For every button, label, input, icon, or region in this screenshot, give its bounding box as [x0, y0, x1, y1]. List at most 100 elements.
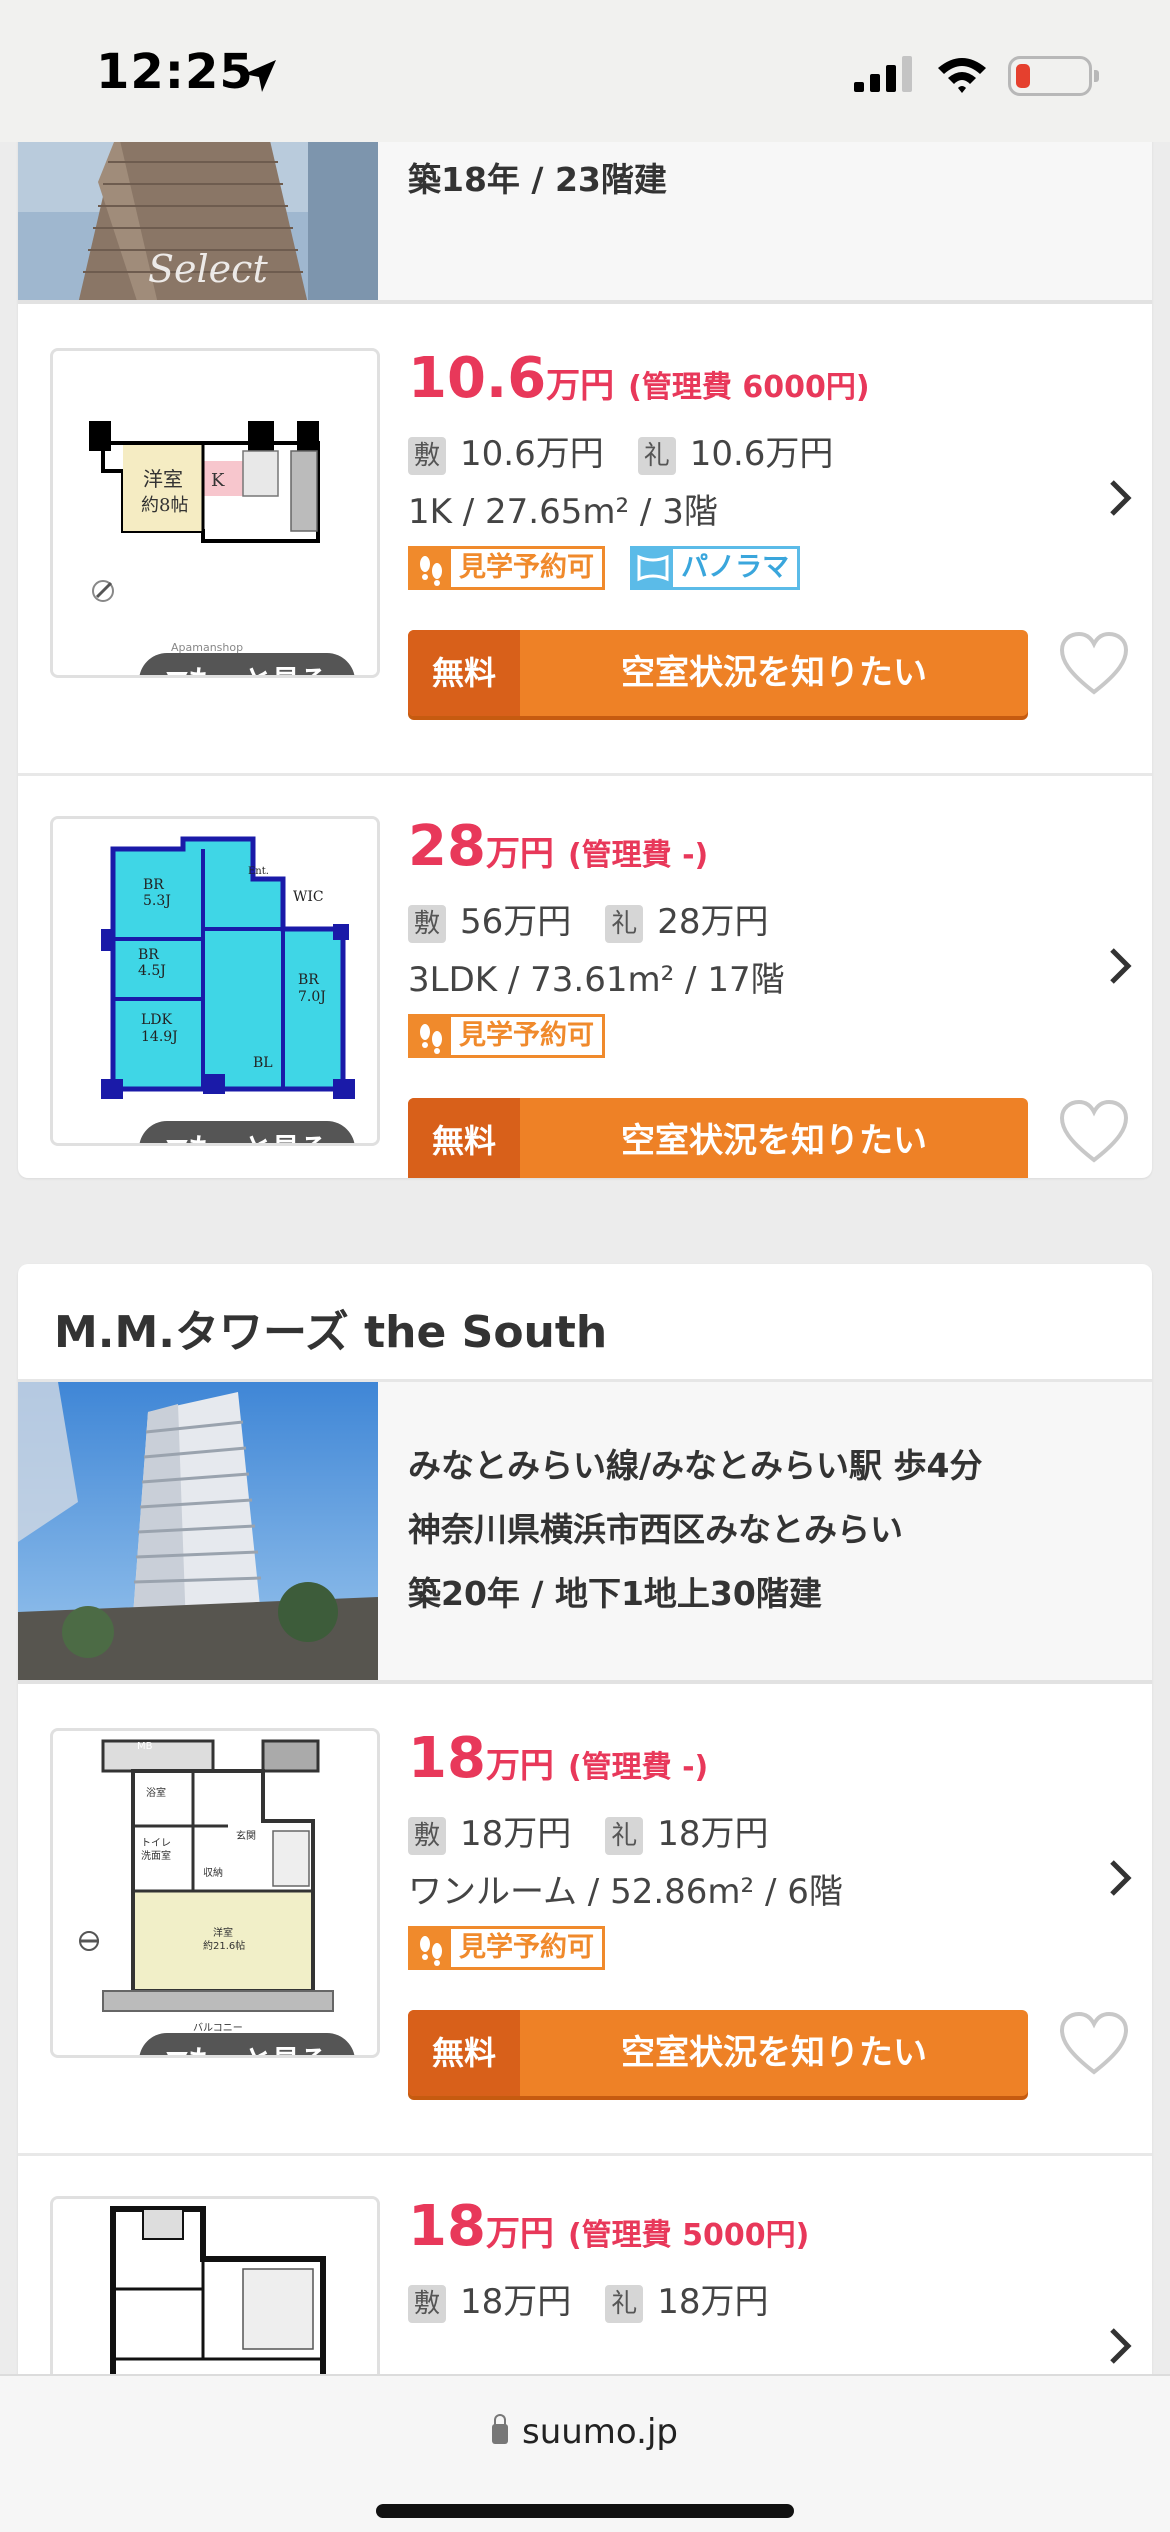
- home-indicator[interactable]: [376, 2504, 794, 2518]
- badges: 見学予約可: [408, 1926, 625, 1970]
- building-header[interactable]: M.M.タワーズ the South: [18, 1264, 1152, 1382]
- chevron-right-icon[interactable]: [1108, 1858, 1134, 1898]
- deposit-row: 敷 56万円礼 28万円: [408, 894, 769, 943]
- deposit: 56万円: [460, 902, 572, 942]
- svg-text:約8帖: 約8帖: [141, 495, 188, 516]
- svg-text:K: K: [211, 470, 225, 491]
- cellular-signal-icon: [854, 56, 912, 92]
- svg-text:浴室: 浴室: [146, 1786, 166, 1799]
- tour-badge: 見学予約可: [408, 1926, 605, 1970]
- deposit: 18万円: [460, 2282, 572, 2322]
- battery-icon: [1008, 56, 1099, 96]
- tour-badge: 見学予約可: [408, 1014, 605, 1058]
- building-age-floors: 築20年 / 地下1地上30階建: [408, 1574, 822, 1613]
- url-text: suumo.jp: [522, 2412, 678, 2452]
- favorite-heart-icon[interactable]: [1058, 630, 1130, 698]
- favorite-heart-icon[interactable]: [1058, 2010, 1130, 2078]
- building-photo[interactable]: [18, 1382, 378, 1680]
- key-money: 10.6万円: [689, 434, 834, 474]
- management-fee: (管理費 5000円): [567, 2218, 810, 2253]
- availability-inquiry-button[interactable]: 無料 空室状況を知りたい: [408, 630, 1028, 716]
- building-card: M.M.タワーズ the South みなとみらい線/みなとみらい駅 歩4分 神…: [18, 1264, 1152, 2374]
- building-name[interactable]: M.M.タワーズ the South: [54, 1296, 607, 1360]
- deposit: 18万円: [460, 1814, 572, 1854]
- building-photo[interactable]: Select: [18, 142, 378, 300]
- svg-text:7.0J: 7.0J: [298, 989, 326, 1005]
- building-card: Select 築18年 / 23階建 洋室 約8帖 K Apamanshop 1…: [18, 142, 1152, 1178]
- price: 28万円 (管理費 -): [408, 814, 709, 879]
- availability-inquiry-button[interactable]: 無料 空室状況を知りたい: [408, 1098, 1028, 1178]
- more-button[interactable]: ▼もっと見る: [139, 1121, 355, 1143]
- floor-plan-image[interactable]: MB 浴室 トイレ 洗面室 玄関 収納 洋室 約21.6帖 バルコニー ▼もっと…: [50, 1728, 380, 2058]
- svg-text:約21.6帖: 約21.6帖: [203, 1939, 245, 1952]
- svg-text:Ent.: Ent.: [248, 866, 269, 877]
- address-bar[interactable]: suumo.jp: [0, 2412, 1170, 2452]
- svg-text:14.9J: 14.9J: [141, 1029, 178, 1045]
- chevron-right-icon[interactable]: [1108, 478, 1134, 518]
- svg-text:洋室: 洋室: [143, 467, 183, 491]
- floor-plan-image[interactable]: 洋室 約8帖 K Apamanshop ▼もっと見る: [50, 348, 380, 678]
- location-arrow-icon: [244, 60, 276, 92]
- tour-badge: 見学予約可: [408, 546, 605, 590]
- management-fee: (管理費 6000円): [628, 370, 870, 405]
- building-address: 神奈川県横浜市西区みなとみらい: [408, 1510, 903, 1549]
- listing-row[interactable]: MB 浴室 トイレ 洗面室 玄関 収納 洋室 約21.6帖 バルコニー ▼もっと…: [18, 1688, 1152, 2156]
- deposit-row: 敷 10.6万円礼 10.6万円: [408, 426, 833, 475]
- status-time: 12:25: [96, 44, 254, 100]
- deposit-row: 敷 18万円礼 18万円: [408, 2274, 769, 2323]
- panorama-icon: [633, 549, 674, 587]
- svg-text:BR: BR: [143, 877, 164, 893]
- svg-text:収納: 収納: [203, 1866, 223, 1879]
- listing-row[interactable]: 18万円 (管理費 5000円) 敷 18万円礼 18万円: [18, 2156, 1152, 2374]
- key-money: 18万円: [657, 1814, 769, 1854]
- svg-text:BR: BR: [138, 947, 159, 963]
- svg-text:BL: BL: [253, 1055, 273, 1071]
- building-summary: Select 築18年 / 23階建: [18, 142, 1152, 304]
- badges: 見学予約可: [408, 1014, 625, 1058]
- building-summary: みなとみらい線/みなとみらい駅 歩4分 神奈川県横浜市西区みなとみらい 築20年…: [18, 1382, 1152, 1684]
- listing-row[interactable]: BR 5.3J BR 4.5J LDK 14.9J BR 7.0J WIC BL Ent…: [18, 776, 1152, 1178]
- svg-text:BR: BR: [298, 972, 319, 988]
- svg-text:WIC: WIC: [293, 889, 324, 905]
- browser-bottom-bar: suumo.jp: [0, 2374, 1170, 2532]
- key-money: 28万円: [657, 902, 769, 942]
- panorama-badge: パノラマ: [630, 546, 801, 590]
- svg-text:洗面室: 洗面室: [141, 1849, 171, 1862]
- management-fee: (管理費 -): [567, 838, 709, 873]
- badges: 見学予約可 パノラマ: [408, 546, 820, 590]
- wifi-icon: [938, 58, 986, 93]
- svg-text:玄関: 玄関: [236, 1829, 256, 1842]
- svg-text:5.3J: 5.3J: [143, 893, 171, 909]
- price: 18万円 (管理費 5000円): [408, 2194, 810, 2259]
- listing-row[interactable]: 洋室 約8帖 K Apamanshop ▼もっと見る 10.6万円(管理費 60…: [18, 308, 1152, 776]
- management-fee: (管理費 -): [567, 1750, 709, 1785]
- deposit: 10.6万円: [460, 434, 604, 474]
- lock-icon: [492, 2413, 508, 2444]
- price: 18万円 (管理費 -): [408, 1726, 709, 1791]
- svg-text:MB: MB: [137, 1741, 153, 1752]
- floor-plan-image[interactable]: [50, 2196, 380, 2374]
- svg-text:LDK: LDK: [141, 1012, 173, 1028]
- svg-text:4.5J: 4.5J: [138, 963, 166, 979]
- svg-text:洋室: 洋室: [213, 1926, 233, 1939]
- deposit-row: 敷 18万円礼 18万円: [408, 1806, 769, 1855]
- spec-row: 1K / 27.65m² / 3階: [408, 492, 718, 532]
- spec-row: 3LDK / 73.61m² / 17階: [408, 960, 785, 1000]
- building-access: みなとみらい線/みなとみらい駅 歩4分: [408, 1446, 983, 1485]
- chevron-right-icon[interactable]: [1108, 946, 1134, 986]
- status-bar: 12:25: [0, 0, 1170, 142]
- svg-text:トイレ: トイレ: [141, 1838, 171, 1849]
- floor-plan-image[interactable]: BR 5.3J BR 4.5J LDK 14.9J BR 7.0J WIC BL Ent…: [50, 816, 380, 1146]
- footprint-icon: [411, 1929, 451, 1967]
- more-button[interactable]: ▼もっと見る: [139, 653, 355, 675]
- building-age-floors: 築18年 / 23階建: [408, 160, 667, 199]
- favorite-heart-icon[interactable]: [1058, 1098, 1130, 1166]
- page-content: Select 築18年 / 23階建 洋室 約8帖 K Apamanshop 1…: [0, 142, 1170, 2374]
- availability-inquiry-button[interactable]: 無料 空室状況を知りたい: [408, 2010, 1028, 2096]
- footprint-icon: [411, 549, 451, 587]
- photo-watermark: Select: [148, 247, 268, 291]
- chevron-right-icon[interactable]: [1108, 2326, 1134, 2366]
- price: 10.6万円 (管理費 6000円): [408, 346, 870, 411]
- footprint-icon: [411, 1017, 451, 1055]
- more-button[interactable]: ▼もっと見る: [139, 2033, 355, 2055]
